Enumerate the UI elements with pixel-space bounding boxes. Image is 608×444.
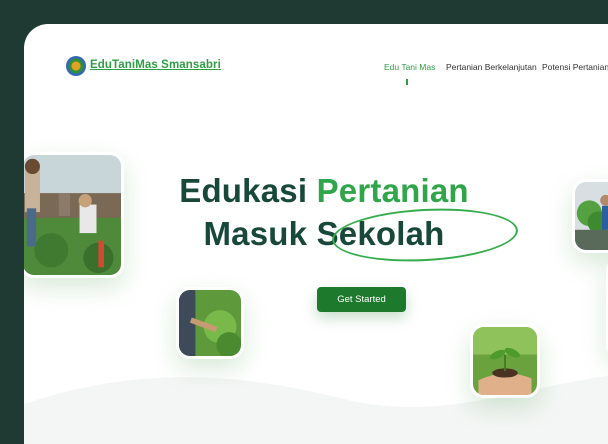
get-started-button[interactable]: Get Started [317,287,406,312]
photo-hands-gardening [176,287,244,359]
hero-title-line-1: Edukasi Pertanian [24,172,608,210]
nav-item-potensi-pertanian[interactable]: Potensi Pertanian [542,62,608,72]
nav-item-edu-tani-mas[interactable]: Edu Tani Mas [384,62,435,72]
nav-item-pertanian-berkelanjutan[interactable]: Pertanian Berkelanjutan [446,62,537,72]
highlight-oval [330,204,520,266]
photo-seedling-in-hands [470,324,540,398]
hero-title-line-2: Masuk Sekolah [24,215,608,253]
hero-title-word-edukasi: Edukasi [179,172,308,209]
hero-title-word-masuk: Masuk [203,215,308,252]
hero-title-word-pertanian: Pertanian [316,172,469,209]
nav-active-indicator [406,79,408,85]
logo-emblem-icon[interactable] [66,56,86,76]
site-header: EduTaniMas Smansabri Edu Tani Mas Pertan… [24,24,608,104]
browser-viewport: EduTaniMas Smansabri Edu Tani Mas Pertan… [24,24,608,444]
brand-link[interactable]: EduTaniMas Smansabri [90,59,221,71]
